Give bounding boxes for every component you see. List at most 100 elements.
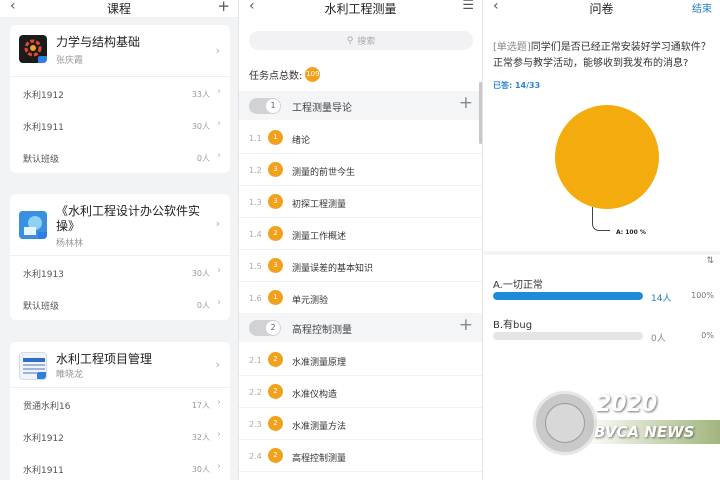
class-count: 0人 (196, 301, 210, 310)
class-name: 水利1911 (23, 123, 64, 133)
class-row[interactable]: 水利1912 32人 › (10, 420, 230, 452)
search-input[interactable]: ⚲ 搜索 (249, 31, 473, 50)
course-teacher: 杨林林 (56, 239, 84, 249)
lesson-title: 测量工作概述 (292, 232, 347, 242)
menu-icon[interactable]: ☰ (462, 0, 474, 13)
chapter-number: 1 (266, 99, 280, 113)
lesson-row[interactable]: 2.3 2 水准测量方法 (239, 408, 482, 440)
class-row[interactable]: 水利1912 33人 › (10, 77, 230, 109)
lesson-number: 2.1 (249, 356, 262, 365)
class-name: 水利1912 (23, 91, 64, 101)
class-row[interactable]: 水利1911 30人 › (10, 109, 230, 141)
task-badge: 1 (268, 290, 283, 305)
task-badge: 2 (268, 352, 283, 367)
chevron-right-icon: › (217, 150, 221, 161)
add-icon[interactable]: + (217, 0, 230, 15)
lesson-number: 2.4 (249, 452, 262, 461)
option-name: B.有bug (493, 320, 533, 331)
class-name: 水利1913 (23, 270, 64, 280)
class-row[interactable]: 默认班级 0人 › (10, 141, 230, 173)
lesson-title: 测量误差的基本知识 (292, 264, 374, 274)
class-count: 30人 (191, 465, 210, 474)
option-count: 14人 (651, 294, 672, 304)
watermark-name: BVCA NEWS (584, 420, 720, 444)
class-count: 30人 (191, 122, 210, 131)
search-placeholder: 搜索 (357, 37, 376, 47)
sunflower-logo-icon (19, 35, 47, 63)
lesson-title: 绪论 (292, 136, 311, 146)
class-name: 水利1911 (23, 466, 64, 476)
task-badge: 2 (268, 384, 283, 399)
lesson-title: 水准测量方法 (292, 422, 347, 432)
course-teacher: 睢晓龙 (56, 370, 84, 380)
chevron-right-icon: › (217, 429, 221, 440)
lesson-title: 水准仪构造 (292, 390, 338, 400)
lesson-row[interactable]: 2.4 2 高程控制测量 (239, 440, 482, 472)
option-result: A.一切正常 14人 100% (493, 276, 718, 306)
lesson-number: 1.4 (249, 230, 262, 239)
class-count: 33人 (191, 90, 210, 99)
survey-panel: ‹ 问卷 结束 [单选题]同学们是否已经正常安装好学习通软件？正常参与教学活动，… (482, 0, 720, 480)
chapter-toggle[interactable]: 2 (249, 320, 281, 336)
outline-panel: ‹ 水利工程测量 ☰ ⚲ 搜索 任务点总数: 109 1 工程测量导论 + 1.… (238, 0, 482, 480)
lesson-row[interactable]: 2.2 2 水准仪构造 (239, 376, 482, 408)
lesson-title: 测量的前世今生 (292, 168, 356, 178)
option-percent: 0% (701, 331, 714, 340)
lesson-row[interactable]: 1.2 3 测量的前世今生 (239, 154, 482, 186)
option-bar (493, 332, 643, 340)
course-card-header[interactable]: 力学与结构基础 张庆霞 › (10, 25, 230, 77)
class-row[interactable]: 贯通水利16 17人 › (10, 388, 230, 420)
class-name: 贯通水利16 (23, 402, 71, 412)
answered-count: 已答: 14/33 (493, 81, 541, 90)
chevron-right-icon: › (217, 397, 221, 408)
task-total-count: 109 (305, 67, 321, 82)
lesson-row[interactable]: 1.5 3 测量误差的基本知识 (239, 250, 482, 282)
task-total: 任务点总数: 109 (249, 67, 321, 82)
lesson-row[interactable]: 1.6 1 单元测验 (239, 282, 482, 314)
task-badge: 3 (268, 194, 283, 209)
page-title: 水利工程测量 (324, 2, 397, 16)
watermark: 2020 BVCA NEWS (530, 392, 720, 458)
courses-header: ‹ 课程 + (0, 0, 238, 17)
back-icon[interactable]: ‹ (10, 0, 16, 14)
pie-slice-a (555, 105, 659, 209)
option-name: A.一切正常 (493, 280, 543, 291)
survey-header: ‹ 问卷 结束 (483, 0, 720, 17)
class-row[interactable]: 水利1911 30人 › (10, 452, 230, 480)
task-badge: 3 (268, 258, 283, 273)
watermark-year: 2020 (596, 392, 658, 417)
chevron-right-icon: › (217, 297, 221, 308)
back-icon[interactable]: ‹ (249, 0, 255, 14)
question-type: [单选题] (493, 42, 531, 53)
option-percent: 100% (691, 291, 714, 300)
chapter-title: 工程测量导论 (292, 103, 352, 114)
pie-leader-line (592, 207, 610, 231)
chapter-header[interactable]: 2 高程控制测量 + (239, 313, 482, 342)
course-card[interactable]: 水利工程项目管理 睢晓龙 › 贯通水利16 17人 › 水利1912 32人 ›… (10, 342, 230, 480)
add-icon[interactable]: + (459, 315, 473, 335)
lesson-row[interactable]: 2.1 2 水准测量原理 (239, 344, 482, 376)
task-total-label: 任务点总数: (249, 71, 303, 82)
sort-icon[interactable]: ⇅ (706, 256, 714, 266)
class-row[interactable]: 水利1913 30人 › (10, 256, 230, 288)
lesson-title: 初探工程测量 (292, 200, 347, 210)
lesson-row[interactable]: 1.1 1 绪论 (239, 122, 482, 154)
lesson-row[interactable]: 1.3 3 初探工程测量 (239, 186, 482, 218)
chapter-toggle[interactable]: 1 (249, 98, 281, 114)
class-row[interactable]: 默认班级 0人 › (10, 288, 230, 320)
course-card[interactable]: 《水利工程设计办公软件实操》 杨林林 › 水利1913 30人 › 默认班级 0… (10, 194, 230, 320)
end-button[interactable]: 结束 (692, 0, 712, 15)
back-icon[interactable]: ‹ (493, 0, 499, 14)
add-icon[interactable]: + (459, 93, 473, 113)
class-count: 17人 (191, 401, 210, 410)
lesson-number: 1.5 (249, 262, 262, 271)
book-logo-icon (19, 352, 47, 380)
lesson-row[interactable]: 1.4 2 测量工作概述 (239, 218, 482, 250)
search-icon: ⚲ (346, 35, 354, 46)
course-card[interactable]: 力学与结构基础 张庆霞 › 水利1912 33人 › 水利1911 30人 › … (10, 25, 230, 173)
course-card-header[interactable]: 《水利工程设计办公软件实操》 杨林林 › (10, 194, 230, 256)
course-title: 力学与结构基础 (56, 35, 141, 49)
question-text: [单选题]同学们是否已经正常安装好学习通软件？正常参与教学活动，能够收到我发布的… (493, 40, 715, 72)
course-card-header[interactable]: 水利工程项目管理 睢晓龙 › (10, 342, 230, 388)
chapter-header[interactable]: 1 工程测量导论 + (239, 91, 482, 120)
